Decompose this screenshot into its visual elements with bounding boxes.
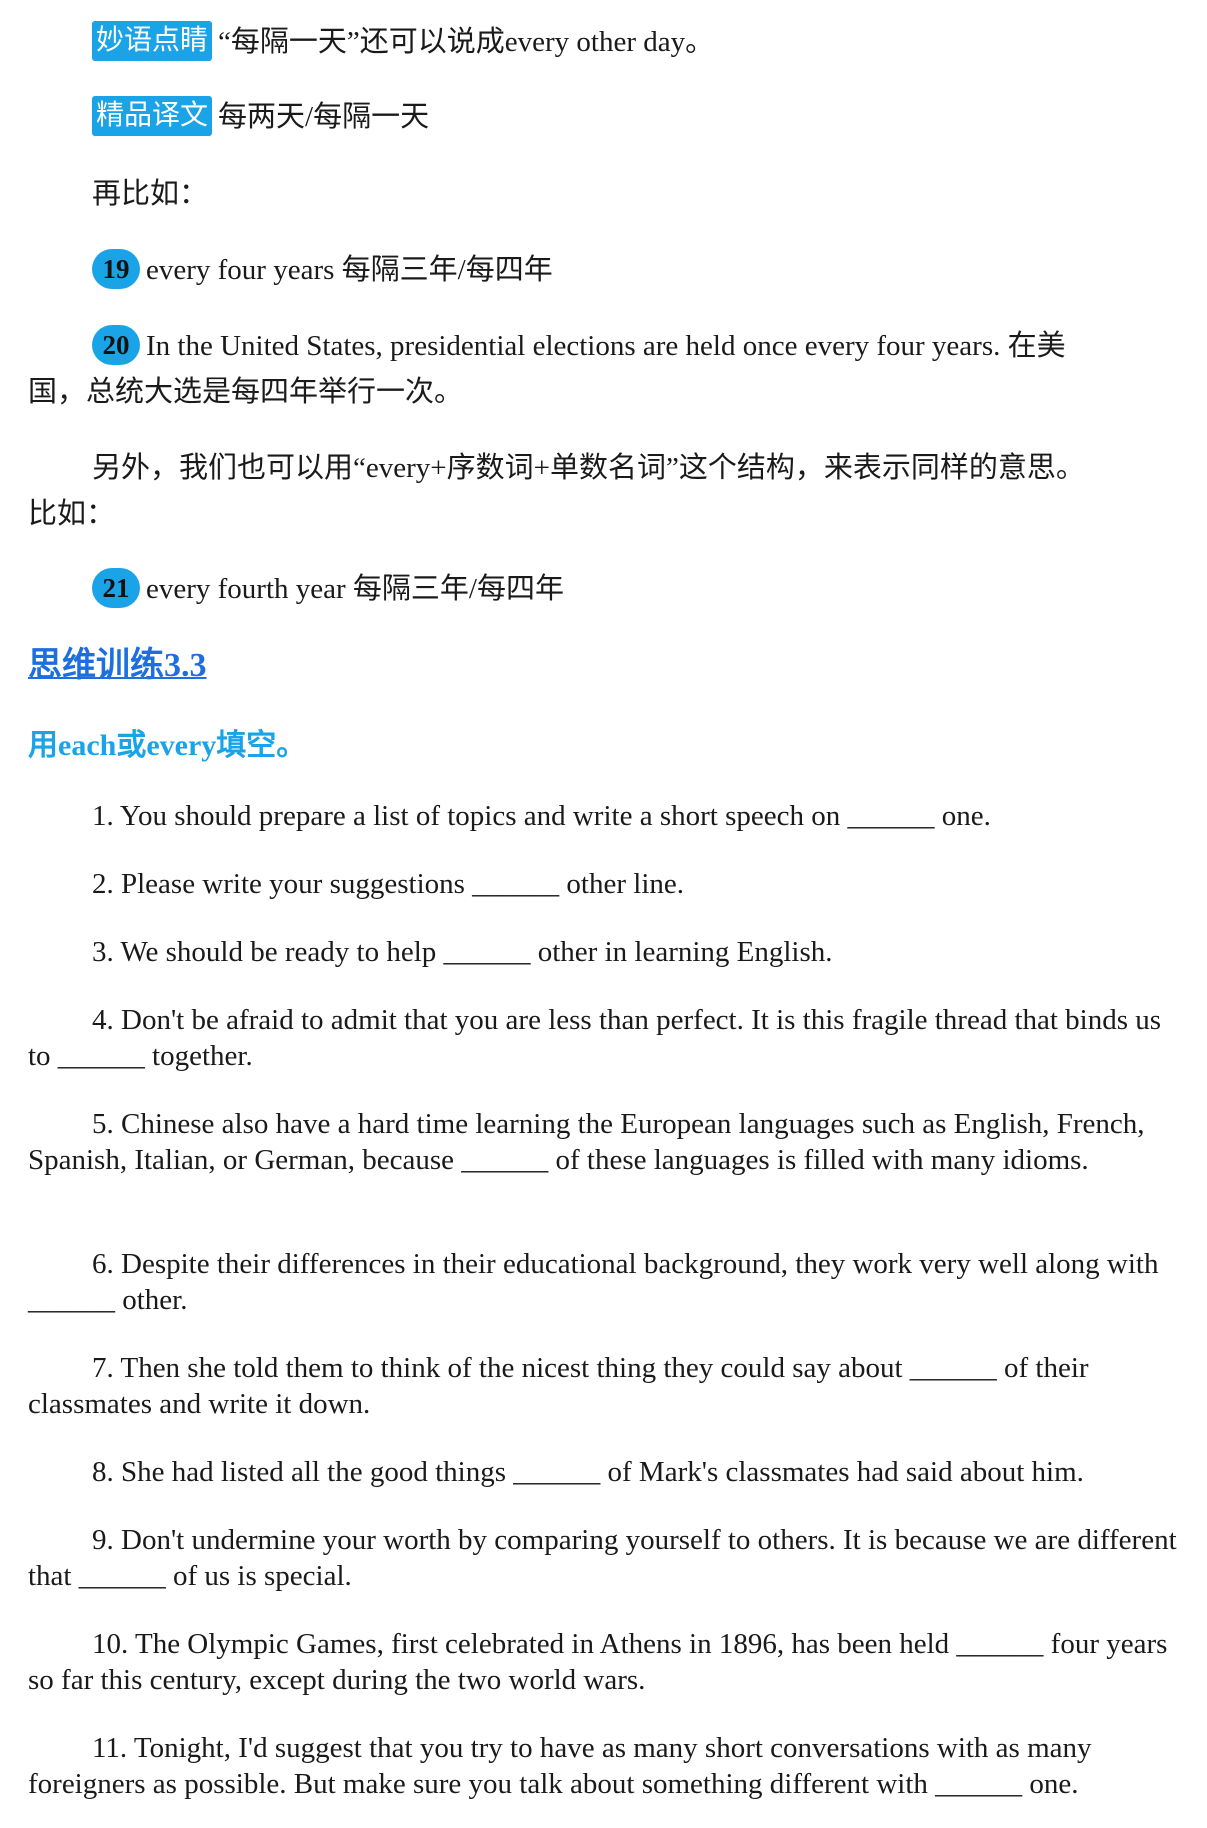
example-number-badge: 20 (92, 325, 140, 366)
example-21: 21 every fourth year 每隔三年/每四年 (92, 568, 564, 611)
tip-tag: 妙语点睛 (92, 21, 213, 62)
question-8: 8. She had listed all the good things __… (92, 1456, 1084, 1488)
section-title-link[interactable]: 思维训练3.3 (28, 644, 207, 688)
example-19: 19 every four years 每隔三年/每四年 (92, 249, 553, 292)
example-20-line2: 国，总统大选是每四年举行一次。 (28, 376, 464, 408)
question-3: 3. We should be ready to help ______ oth… (92, 936, 833, 968)
example-20-line1: 20 In the United States, presidential ele… (92, 325, 1066, 368)
translation-tag: 精品译文 (92, 96, 213, 137)
question-4: 4. Don't be afraid to admit that you are… (28, 1004, 1162, 1072)
translation-text: 每两天/每隔一天 (218, 101, 430, 133)
question-7: 7. Then she told them to think of the ni… (28, 1352, 1089, 1420)
question-10: 10. The Olympic Games, first celebrated … (28, 1628, 1168, 1696)
example-number-badge: 19 (92, 249, 140, 290)
translation-line: 精品译文 每两天/每隔一天 (92, 96, 430, 139)
example-text: In the United States, presidential elect… (146, 330, 1066, 362)
note-line1: 另外，我们也可以用“every+序数词+单数名词”这个结构，来表示同样的意思。 (92, 452, 1085, 484)
example-text: every fourth year 每隔三年/每四年 (146, 573, 564, 605)
tip-text: “每隔一天”还可以说成every other day。 (218, 26, 715, 58)
exercise-instruction: 用each或every填空。 (28, 729, 307, 762)
question-2: 2. Please write your suggestions ______ … (92, 868, 684, 900)
question-11: 11. Tonight, I'd suggest that you try to… (28, 1732, 1092, 1800)
question-9: 9. Don't undermine your worth by compari… (28, 1524, 1177, 1592)
more-examples-intro: 再比如： (92, 178, 209, 210)
question-1: 1. You should prepare a list of topics a… (92, 800, 991, 832)
example-text: every four years 每隔三年/每四年 (146, 254, 553, 286)
example-number-badge: 21 (92, 568, 140, 609)
question-5: 5. Chinese also have a hard time learnin… (28, 1108, 1145, 1176)
question-6: 6. Despite their differences in their ed… (28, 1248, 1159, 1316)
note-line2: 比如： (28, 498, 116, 530)
tip-line: 妙语点睛 “每隔一天”还可以说成every other day。 (92, 21, 715, 64)
